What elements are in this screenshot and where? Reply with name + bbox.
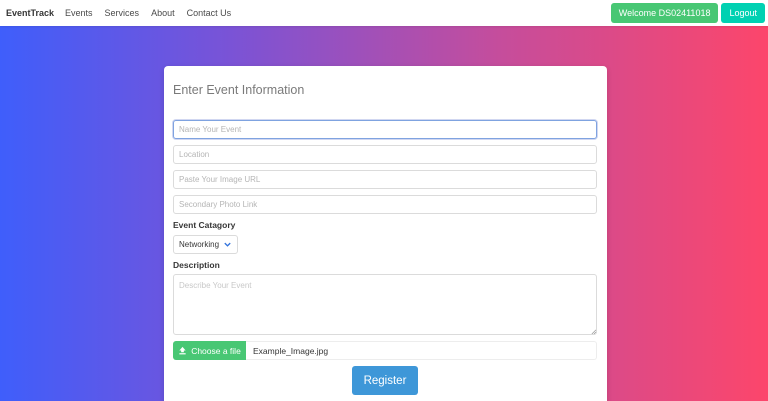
- event-form-card: Enter Event Information Event Catagory N…: [164, 66, 607, 401]
- category-select[interactable]: Networking: [173, 235, 238, 254]
- navbar: EventTrack Events Services About Contact…: [0, 0, 768, 26]
- nav-link-contact[interactable]: Contact Us: [187, 8, 232, 18]
- description-textarea[interactable]: [173, 274, 597, 335]
- welcome-user-button[interactable]: Welcome DS02411018: [610, 3, 719, 23]
- choose-file-button[interactable]: Choose a file: [173, 341, 246, 360]
- nav-link-about[interactable]: About: [151, 8, 175, 18]
- upload-icon: [179, 346, 186, 355]
- brand-logo[interactable]: EventTrack: [6, 8, 54, 18]
- category-label: Event Catagory: [173, 220, 236, 230]
- image-url-input[interactable]: [173, 170, 597, 189]
- resize-grip-icon[interactable]: [591, 329, 596, 334]
- form-title: Enter Event Information: [173, 83, 305, 97]
- nav-actions: Welcome DS02411018 Logout: [610, 3, 765, 23]
- file-name-display: Example_Image.jpg: [246, 341, 597, 360]
- logout-button[interactable]: Logout: [721, 3, 765, 23]
- event-name-input[interactable]: [173, 120, 597, 139]
- file-upload: Choose a file Example_Image.jpg: [173, 341, 597, 360]
- category-selected-value: Networking: [179, 240, 220, 249]
- nav-link-services[interactable]: Services: [105, 8, 140, 18]
- secondary-photo-input[interactable]: [173, 195, 597, 214]
- nav-link-events[interactable]: Events: [65, 8, 93, 18]
- description-label: Description: [173, 260, 220, 270]
- location-input[interactable]: [173, 145, 597, 164]
- register-button[interactable]: Register: [352, 366, 418, 395]
- chevron-down-icon: [224, 242, 231, 247]
- choose-file-label: Choose a file: [191, 345, 241, 356]
